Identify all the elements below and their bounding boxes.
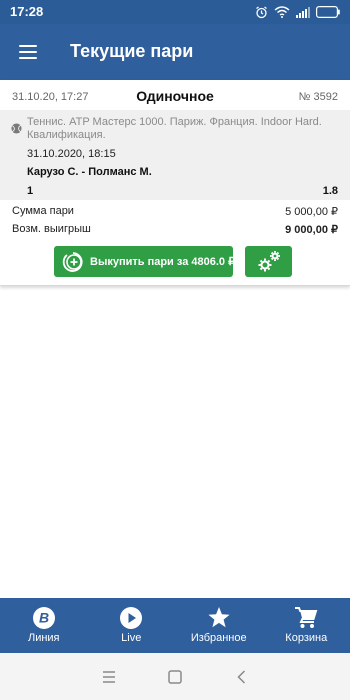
- nav-label-live: Live: [121, 632, 142, 644]
- event-datetime: 31.10.2020, 18:15: [27, 148, 116, 160]
- nav-label-favorites: Избранное: [190, 632, 247, 644]
- back-icon[interactable]: [234, 669, 250, 685]
- cart-icon: [295, 607, 318, 628]
- bet-sum-label: Сумма пари: [12, 205, 74, 217]
- battery-icon: [316, 6, 340, 18]
- wifi-icon: [274, 6, 290, 18]
- page-title: Текущие пари: [70, 41, 194, 61]
- event-teams: Карузо С. - Полманс М.: [27, 166, 152, 178]
- nav-item-line[interactable]: B Линия: [0, 598, 88, 653]
- bet-settings-button[interactable]: [245, 246, 292, 277]
- system-nav-bar: [0, 653, 350, 700]
- hamburger-menu-icon[interactable]: [10, 34, 46, 70]
- buyout-label: Выкупить пари за 4806.0 ₽: [90, 256, 236, 268]
- bottom-nav: B Линия Live Избранное Корзина: [0, 598, 350, 653]
- bet-sum-row: Сумма пари 5 000,00 ₽: [0, 202, 350, 220]
- buyout-button[interactable]: Выкупить пари за 4806.0 ₽: [54, 246, 236, 277]
- event-league: Теннис. ATP Мастерс 1000. Париж. Франция…: [27, 116, 322, 141]
- play-icon: [120, 607, 143, 629]
- home-icon[interactable]: [167, 669, 183, 685]
- event-block: Теннис. ATP Мастерс 1000. Париж. Франция…: [0, 110, 350, 200]
- possible-win-row: Возм. выигрыш 9 000,00 ₽: [0, 220, 350, 238]
- nav-item-favorites[interactable]: Избранное: [175, 598, 263, 653]
- line-b-icon: B: [32, 607, 55, 629]
- nav-item-cart[interactable]: Корзина: [263, 598, 350, 653]
- plus-circle-icon: [62, 252, 83, 272]
- bet-sum-value: 5 000,00 ₽: [285, 206, 338, 218]
- bet-card: Одиночное 31.10.20, 17:27 № 3592 Теннис.…: [0, 80, 350, 286]
- status-time: 17:28: [10, 4, 44, 19]
- event-odds: 1.8: [322, 185, 338, 197]
- signal-icon: [296, 7, 310, 18]
- event-pick: 1: [27, 185, 34, 197]
- nav-label-line: Линия: [27, 632, 60, 644]
- bet-date: 31.10.20, 17:27: [12, 91, 89, 103]
- star-icon: [208, 607, 230, 628]
- recent-apps-icon[interactable]: [101, 669, 117, 685]
- tennis-ball-icon: [11, 123, 22, 134]
- app-bar: Текущие пари: [0, 24, 350, 80]
- possible-win-label: Возм. выигрыш: [12, 223, 91, 235]
- status-bar: 17:28: [0, 0, 350, 24]
- gears-icon: [258, 251, 280, 272]
- nav-label-cart: Корзина: [285, 632, 328, 644]
- alarm-icon: [256, 6, 267, 18]
- nav-item-live[interactable]: Live: [88, 598, 176, 653]
- bet-number: № 3592: [298, 91, 338, 103]
- bet-header: Одиночное 31.10.20, 17:27 № 3592: [0, 80, 350, 110]
- svg-text:B: B: [39, 610, 49, 626]
- status-icons: [255, 5, 340, 19]
- possible-win-value: 9 000,00 ₽: [285, 224, 338, 236]
